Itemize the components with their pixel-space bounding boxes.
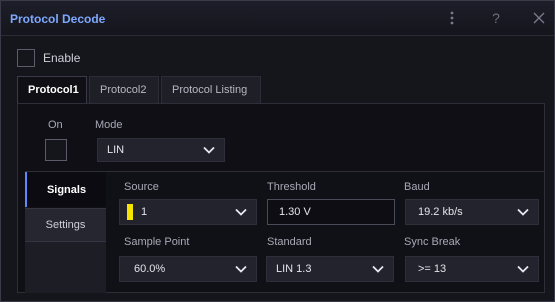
- chevron-down-icon: [516, 205, 530, 219]
- threshold-label: Threshold: [267, 181, 316, 193]
- side-tab-settings[interactable]: Settings: [25, 208, 106, 242]
- sync-break-value: >= 13: [418, 263, 447, 275]
- channel-color-swatch: [127, 204, 133, 220]
- baud-dropdown[interactable]: 19.2 kb/s: [405, 199, 539, 225]
- source-label: Source: [124, 181, 159, 193]
- chevron-down-icon: [234, 205, 248, 219]
- close-button[interactable]: [528, 7, 550, 29]
- mode-label: Mode: [95, 119, 123, 131]
- kebab-icon: [450, 11, 454, 25]
- source-value: 1: [141, 206, 148, 218]
- close-icon: [533, 12, 545, 24]
- chevron-down-icon: [202, 143, 216, 157]
- baud-value: 19.2 kb/s: [418, 206, 463, 218]
- on-label: On: [48, 119, 63, 131]
- chevron-down-icon: [371, 262, 385, 276]
- title-bar[interactable]: Protocol Decode ?: [1, 1, 554, 36]
- sample-point-label: Sample Point: [124, 236, 190, 248]
- baud-label: Baud: [404, 181, 430, 193]
- tab-protocol2[interactable]: Protocol2: [89, 76, 159, 103]
- mode-dropdown[interactable]: LIN: [97, 138, 225, 162]
- enable-label: Enable: [43, 51, 81, 65]
- on-checkbox[interactable]: [45, 139, 67, 161]
- standard-dropdown[interactable]: LIN 1.3: [266, 256, 394, 282]
- side-tab-filler: [25, 242, 106, 293]
- sync-break-dropdown[interactable]: >= 13: [405, 256, 539, 282]
- enable-checkbox[interactable]: [17, 49, 35, 67]
- threshold-input[interactable]: 1.30 V: [267, 199, 395, 225]
- protocol-decode-window: Protocol Decode ? Enable Protocol1 Proto…: [0, 0, 555, 302]
- mode-value: LIN: [107, 144, 125, 156]
- help-button[interactable]: ?: [485, 7, 507, 29]
- sync-break-label: Sync Break: [404, 236, 461, 248]
- kebab-menu-button[interactable]: [441, 7, 463, 29]
- protocol-tabs: Protocol1 Protocol2 Protocol Listing: [17, 76, 263, 103]
- standard-value: LIN 1.3: [276, 263, 312, 275]
- enable-row: Enable: [17, 47, 80, 69]
- chevron-down-icon: [234, 262, 248, 276]
- threshold-value: 1.30 V: [279, 206, 311, 218]
- sample-point-value: 60.0%: [134, 263, 166, 275]
- standard-label: Standard: [267, 236, 312, 248]
- tab-protocol1[interactable]: Protocol1: [17, 76, 87, 103]
- source-dropdown[interactable]: 1: [119, 199, 257, 225]
- tab-protocol-listing[interactable]: Protocol Listing: [161, 76, 261, 103]
- side-tab-signals[interactable]: Signals: [25, 172, 106, 207]
- chevron-down-icon: [516, 262, 530, 276]
- sample-point-dropdown[interactable]: 60.0%: [119, 256, 257, 282]
- help-icon: ?: [492, 10, 500, 26]
- window-title: Protocol Decode: [10, 12, 106, 26]
